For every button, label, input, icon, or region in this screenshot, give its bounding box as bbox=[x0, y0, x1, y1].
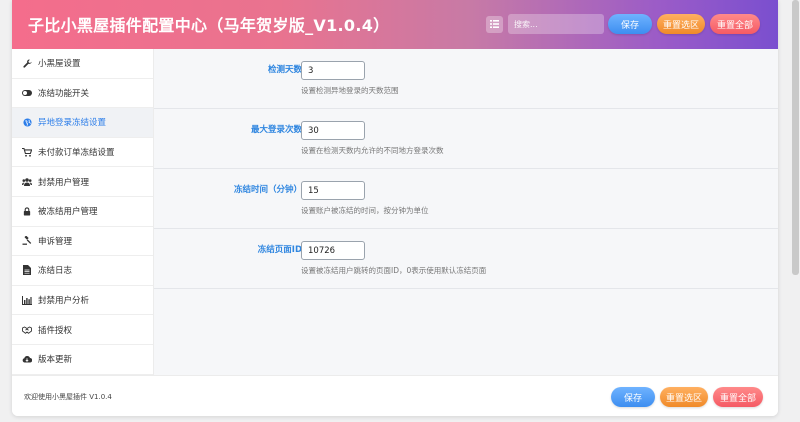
header-reset-section-button[interactable]: 重置选区 bbox=[657, 14, 705, 34]
field-label: 最大登录次数 bbox=[250, 125, 302, 135]
sidebar-item-plugin-license[interactable]: 插件授权 bbox=[12, 315, 153, 345]
max-login-count-input[interactable] bbox=[301, 121, 365, 140]
sidebar-item-label: 申诉管理 bbox=[38, 236, 73, 247]
header-bar: 子比小黑屋插件配置中心（马年贺岁版_V1.0.4） 保存 重置选区 重置全部 bbox=[12, 0, 778, 49]
sidebar-item-unpaid-order-freeze[interactable]: 未付款订单冻结设置 bbox=[12, 138, 153, 168]
sidebar: 小黑屋设置 冻结功能开关 异地登录冻结设置 未付款订单冻结设置 封禁用户管理 被… bbox=[12, 49, 154, 375]
search-box bbox=[486, 14, 604, 34]
sidebar-item-ban-analysis[interactable]: 封禁用户分析 bbox=[12, 286, 153, 316]
field-freeze-time: 冻结时间（分钟） 设置账户被冻结的时间，按分钟为单位 bbox=[154, 169, 778, 229]
users-icon bbox=[22, 177, 32, 187]
lock-icon bbox=[22, 206, 32, 216]
sidebar-item-frozen-users[interactable]: 被冻结用户管理 bbox=[12, 197, 153, 227]
field-label: 冻结页面ID bbox=[257, 245, 302, 255]
wrench-icon bbox=[22, 58, 32, 68]
sidebar-item-freeze-log[interactable]: 冻结日志 bbox=[12, 256, 153, 286]
settings-panel: 子比小黑屋插件配置中心（马年贺岁版_V1.0.4） 保存 重置选区 重置全部 小… bbox=[12, 0, 778, 416]
footer-bar: 欢迎使用小黑屋插件 V1.0.4 保存 重置选区 重置全部 bbox=[12, 375, 778, 416]
field-label: 冻结时间（分钟） bbox=[233, 185, 302, 195]
toggle-icon bbox=[22, 88, 32, 98]
sidebar-item-label: 插件授权 bbox=[38, 325, 73, 336]
sidebar-item-label: 版本更新 bbox=[38, 355, 73, 366]
header-save-button[interactable]: 保存 bbox=[608, 14, 652, 34]
sidebar-item-version-update[interactable]: 版本更新 bbox=[12, 345, 153, 375]
field-detect-days: 检测天数 设置检测异地登录的天数范围 bbox=[154, 49, 778, 109]
sidebar-item-label: 冻结日志 bbox=[38, 266, 73, 277]
sidebar-item-label: 异地登录冻结设置 bbox=[38, 118, 107, 129]
sidebar-item-label: 冻结功能开关 bbox=[38, 88, 90, 99]
search-input[interactable] bbox=[508, 14, 604, 34]
freeze-time-input[interactable] bbox=[301, 181, 365, 200]
cloud-download-icon bbox=[22, 354, 32, 364]
field-freeze-page-id: 冻结页面ID 设置被冻结用户跳转的页面ID，0表示使用默认冻结页面 bbox=[154, 229, 778, 289]
footer-reset-section-button[interactable]: 重置选区 bbox=[660, 387, 708, 407]
sidebar-item-label: 被冻结用户管理 bbox=[38, 207, 98, 218]
handshake-icon bbox=[22, 325, 32, 335]
field-label: 检测天数 bbox=[267, 65, 302, 75]
field-description: 设置在检测天数内允许的不同地方登录次数 bbox=[301, 146, 444, 155]
page-title: 子比小黑屋插件配置中心（马年贺岁版_V1.0.4） bbox=[28, 16, 390, 35]
bar-chart-icon bbox=[22, 295, 32, 305]
sidebar-item-label: 封禁用户分析 bbox=[38, 296, 90, 307]
page-scrollbar[interactable] bbox=[790, 0, 800, 422]
sidebar-item-freeze-toggle[interactable]: 冻结功能开关 bbox=[12, 79, 153, 109]
file-icon bbox=[22, 265, 32, 276]
sidebar-item-appeals[interactable]: 申诉管理 bbox=[12, 227, 153, 257]
globe-icon bbox=[22, 117, 32, 127]
sidebar-item-label: 未付款订单冻结设置 bbox=[38, 148, 115, 159]
footer-save-button[interactable]: 保存 bbox=[611, 387, 655, 407]
detect-days-input[interactable] bbox=[301, 61, 365, 80]
footer-reset-all-button[interactable]: 重置全部 bbox=[713, 387, 763, 407]
cart-icon bbox=[22, 147, 32, 157]
sidebar-item-label: 小黑屋设置 bbox=[38, 59, 81, 70]
sidebar-item-blackroom-settings[interactable]: 小黑屋设置 bbox=[12, 49, 153, 79]
sidebar-item-banned-users[interactable]: 封禁用户管理 bbox=[12, 167, 153, 197]
field-description: 设置被冻结用户跳转的页面ID，0表示使用默认冻结页面 bbox=[301, 266, 487, 275]
field-description: 设置检测异地登录的天数范围 bbox=[301, 86, 399, 95]
freeze-page-id-input[interactable] bbox=[301, 241, 365, 260]
sidebar-item-label: 封禁用户管理 bbox=[38, 177, 90, 188]
list-icon[interactable] bbox=[486, 15, 503, 33]
sidebar-item-remote-login-freeze[interactable]: 异地登录冻结设置 bbox=[12, 108, 153, 138]
field-description: 设置账户被冻结的时间，按分钟为单位 bbox=[301, 206, 429, 215]
field-max-login-count: 最大登录次数 设置在检测天数内允许的不同地方登录次数 bbox=[154, 109, 778, 169]
settings-content: 检测天数 设置检测异地登录的天数范围 最大登录次数 设置在检测天数内允许的不同地… bbox=[154, 49, 778, 375]
gavel-icon bbox=[22, 236, 32, 246]
scrollbar-thumb[interactable] bbox=[792, 0, 799, 275]
footer-welcome-text: 欢迎使用小黑屋插件 V1.0.4 bbox=[24, 393, 112, 401]
header-reset-all-button[interactable]: 重置全部 bbox=[710, 14, 760, 34]
